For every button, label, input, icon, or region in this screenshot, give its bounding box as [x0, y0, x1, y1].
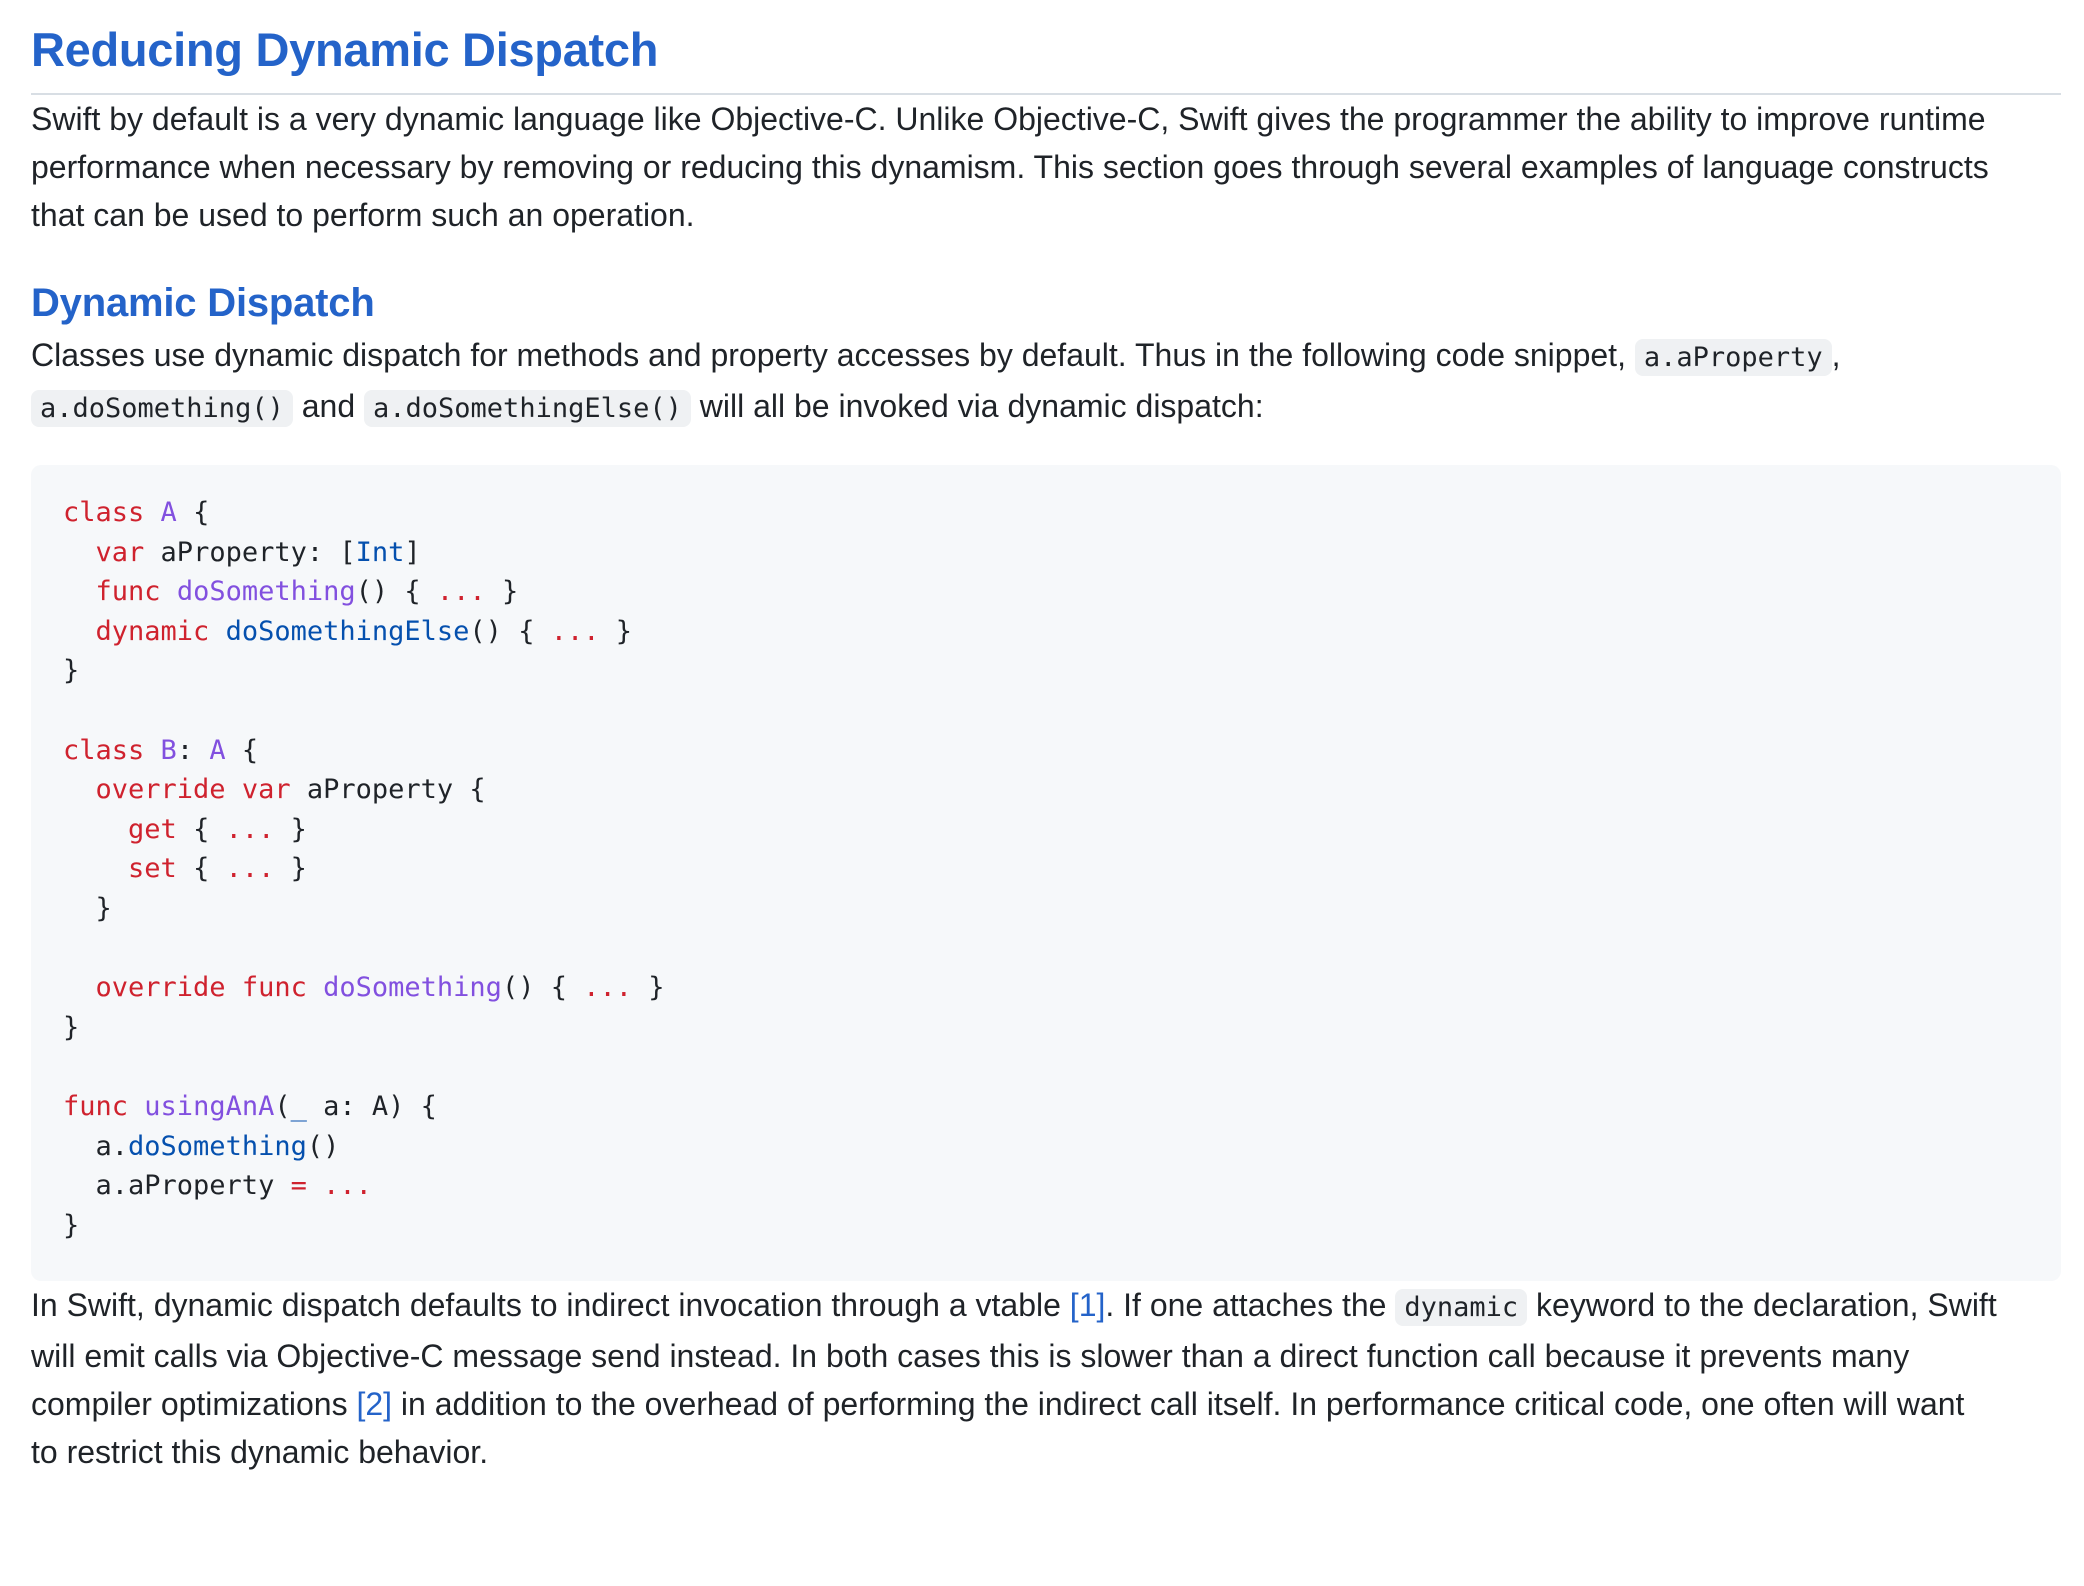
inline-code: a.doSomething() — [31, 390, 293, 427]
intro-paragraph: Swift by default is a very dynamic langu… — [31, 95, 2061, 239]
inline-code: a.doSomethingElse() — [364, 390, 691, 427]
intro-line: performance when necessary by removing o… — [31, 149, 1989, 185]
section-line: Classes use dynamic dispatch for methods… — [31, 331, 2061, 382]
after-line: to restrict this dynamic behavior. — [31, 1434, 489, 1470]
inline-code: dynamic — [1395, 1289, 1528, 1326]
text-span: . If one attaches the — [1105, 1287, 1387, 1323]
intro-line: that can be used to perform such an oper… — [31, 197, 695, 233]
intro-line: Swift by default is a very dynamic langu… — [31, 101, 1986, 137]
code-listing: class A { var aProperty: [Int] func doSo… — [63, 497, 665, 1241]
after-line: In Swift, dynamic dispatch defaults to i… — [31, 1281, 2061, 1332]
text-span: In Swift, dynamic dispatch defaults to i… — [31, 1287, 1061, 1323]
text-span: , — [1831, 337, 1841, 373]
after-line: compiler optimizations [2] in addition t… — [31, 1380, 2061, 1428]
page-title: Reducing Dynamic Dispatch — [31, 23, 659, 76]
section-paragraph: Classes use dynamic dispatch for methods… — [31, 331, 2061, 433]
footnote-link-1[interactable]: [1] — [1070, 1287, 1106, 1323]
footnote-link-2[interactable]: [2] — [356, 1386, 392, 1422]
text-span: will all be invoked via dynamic dispatch… — [699, 388, 1264, 424]
after-paragraph: In Swift, dynamic dispatch defaults to i… — [31, 1281, 2061, 1476]
section-line: a.doSomething() and a.doSomethingElse() … — [31, 382, 2061, 433]
code-block: class A { var aProperty: [Int] func doSo… — [31, 465, 2061, 1281]
document: Reducing Dynamic Dispatch Swift by defau… — [31, 0, 2061, 1476]
text-span: in addition to the overhead of performin… — [400, 1386, 1965, 1422]
inline-code: a.aProperty — [1634, 339, 1832, 376]
text-span: and — [301, 388, 356, 424]
text-span: compiler optimizations — [31, 1386, 348, 1422]
text-span: Classes use dynamic dispatch for methods… — [31, 337, 1626, 373]
section-heading: Dynamic Dispatch — [31, 281, 375, 325]
after-line: will emit calls via Objective-C message … — [31, 1338, 1910, 1374]
text-span: keyword to the declaration, Swift — [1536, 1287, 1997, 1323]
